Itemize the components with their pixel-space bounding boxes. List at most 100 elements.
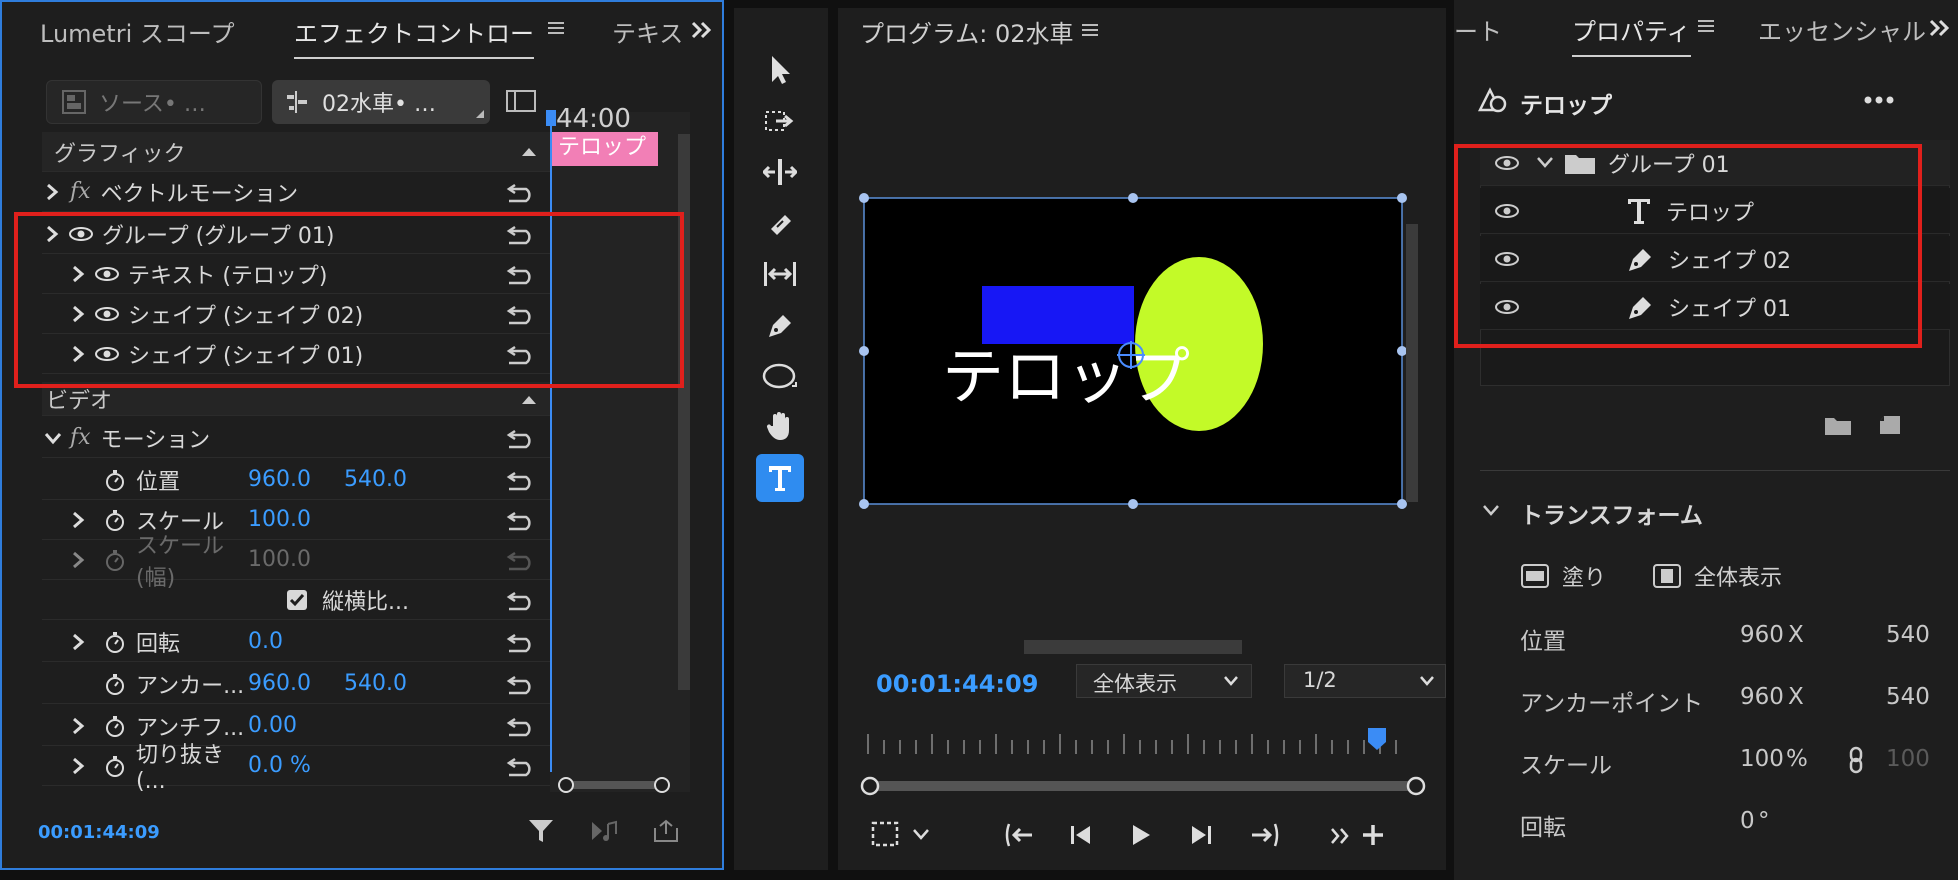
collapse-up-icon[interactable]	[522, 146, 536, 156]
monitor-vertical-scrollbar[interactable]	[1406, 224, 1418, 502]
eye-icon[interactable]	[1494, 251, 1520, 267]
effect-row-group[interactable]: グループ (グループ 01)	[42, 214, 550, 254]
slip-tool-icon[interactable]	[756, 250, 804, 298]
position-y-value[interactable]: 540.0	[344, 467, 407, 492]
layer-row-telop[interactable]: テロップ	[1480, 188, 1950, 234]
hand-tool-icon[interactable]	[756, 402, 804, 450]
filter-icon[interactable]	[528, 818, 554, 844]
fx-icon[interactable]: fx	[70, 425, 91, 450]
selection-bounding-box[interactable]	[856, 190, 1412, 512]
timeline-zoom-scrollbar[interactable]	[558, 776, 670, 793]
more-tabs-icon[interactable]	[1928, 18, 1952, 38]
section-graphic[interactable]: グラフィック	[42, 132, 550, 172]
reset-icon[interactable]	[506, 588, 538, 612]
go-to-in-icon[interactable]	[1004, 822, 1036, 848]
reset-icon[interactable]	[506, 468, 538, 492]
property-position-x[interactable]: 960	[1740, 622, 1784, 648]
program-monitor-title[interactable]: プログラム: 02水車	[860, 14, 1074, 49]
expand-arrow-icon[interactable]	[70, 757, 86, 775]
tab-lumetri-scopes[interactable]: Lumetri スコープ	[40, 14, 234, 49]
expand-arrow-icon[interactable]	[70, 265, 86, 283]
anti-flicker-value[interactable]: 0.00	[248, 713, 297, 738]
layer-row-shape-02[interactable]: シェイプ 02	[1480, 236, 1950, 282]
reset-icon[interactable]	[506, 342, 538, 366]
stopwatch-icon[interactable]	[104, 508, 126, 532]
param-row-position[interactable]: 位置 960.0 540.0	[42, 460, 550, 500]
timeline-zoom-bar[interactable]	[860, 776, 1426, 796]
crop-value[interactable]: 0.0 %	[248, 753, 311, 778]
expand-arrow-icon[interactable]	[70, 345, 86, 363]
more-options-icon[interactable]	[1864, 96, 1894, 104]
tab-properties[interactable]: プロパティ	[1572, 12, 1691, 57]
uniform-scale-checkbox[interactable]	[286, 589, 308, 611]
expand-arrow-icon[interactable]	[70, 717, 86, 735]
eye-icon[interactable]	[1494, 203, 1520, 219]
track-select-tool-icon[interactable]	[756, 98, 804, 146]
reset-icon[interactable]	[506, 302, 538, 326]
play-icon[interactable]	[1128, 822, 1154, 848]
property-anchor-y[interactable]: 540	[1886, 684, 1958, 710]
fit-frame-button[interactable]: 全体表示	[1652, 560, 1782, 592]
property-rotation-value[interactable]: 0	[1740, 808, 1755, 834]
chevron-down-icon[interactable]	[912, 828, 930, 842]
param-row-anchor[interactable]: アンカー... 960.0 540.0	[42, 664, 550, 704]
sequence-clip-button[interactable]: 02水車• …	[272, 80, 490, 124]
transform-section-title[interactable]: トランスフォーム	[1520, 496, 1703, 530]
ellipse-tool-icon[interactable]	[756, 352, 804, 400]
stopwatch-icon[interactable]	[104, 754, 126, 778]
play-audio-icon[interactable]	[590, 820, 620, 842]
expand-arrow-icon[interactable]	[70, 511, 86, 529]
ripple-edit-tool-icon[interactable]	[756, 148, 804, 196]
reset-icon[interactable]	[506, 426, 538, 450]
anchor-y-value[interactable]: 540.0	[344, 671, 407, 696]
param-row-uniform-scale[interactable]: 縦横比...	[42, 580, 550, 620]
tab-partial-left[interactable]: ート	[1454, 12, 1502, 47]
collapse-up-icon[interactable]	[522, 394, 536, 404]
go-to-out-icon[interactable]	[1248, 822, 1280, 848]
tab-menu-icon[interactable]	[548, 20, 564, 36]
new-layer-icon[interactable]	[1878, 414, 1902, 436]
monitor-horizontal-scrollbar[interactable]	[1024, 640, 1242, 654]
param-row-rotation[interactable]: 回転 0.0	[42, 622, 550, 662]
more-buttons-icon[interactable]	[1330, 826, 1352, 846]
reset-icon[interactable]	[506, 222, 538, 246]
position-x-value[interactable]: 960.0	[248, 467, 344, 492]
playhead-marker[interactable]	[546, 110, 556, 126]
source-clip-button[interactable]: ソース• …	[46, 80, 262, 124]
toggle-timeline-icon[interactable]	[506, 88, 536, 114]
param-row-crop[interactable]: 切り抜き (... 0.0 %	[42, 743, 550, 794]
playback-resolution-select[interactable]: 1/2	[1284, 664, 1446, 698]
more-tabs-icon[interactable]	[690, 20, 714, 40]
expand-arrow-icon[interactable]	[70, 305, 86, 323]
eye-icon[interactable]	[68, 226, 94, 242]
effect-row-shape-02[interactable]: シェイプ (シェイプ 02)	[42, 294, 550, 334]
zoom-level-select[interactable]: 全体表示	[1076, 664, 1252, 698]
safe-margins-icon[interactable]	[870, 820, 900, 848]
expand-arrow-icon[interactable]	[70, 633, 86, 651]
fill-frame-button[interactable]: 塗り	[1520, 560, 1606, 592]
effect-timeline[interactable]: 44:00 テロップ	[546, 104, 690, 793]
effect-row-shape-01[interactable]: シェイプ (シェイプ 01)	[42, 334, 550, 374]
eye-icon[interactable]	[94, 266, 120, 282]
playhead-marker[interactable]	[1368, 728, 1386, 750]
tab-menu-icon[interactable]	[1698, 18, 1714, 34]
time-ruler[interactable]	[858, 718, 1418, 754]
collapse-arrow-icon[interactable]	[44, 430, 62, 446]
effect-row-text[interactable]: テキスト (テロップ)	[42, 254, 550, 294]
fx-icon[interactable]: fx	[70, 179, 91, 204]
program-timecode[interactable]: 00:01:44:09	[876, 670, 1038, 698]
property-scale-value[interactable]: 100	[1740, 746, 1784, 772]
tab-essential-sound[interactable]: エッセンシャル	[1758, 12, 1926, 47]
step-back-icon[interactable]	[1068, 822, 1094, 848]
export-icon[interactable]	[652, 818, 680, 844]
effect-row-motion[interactable]: fx モーション	[42, 418, 550, 458]
eye-icon[interactable]	[94, 306, 120, 322]
eye-icon[interactable]	[1494, 155, 1520, 171]
reset-icon[interactable]	[506, 508, 538, 532]
stopwatch-icon[interactable]	[104, 714, 126, 738]
expand-arrow-icon[interactable]	[44, 183, 60, 201]
reset-icon[interactable]	[506, 630, 538, 654]
add-button-icon[interactable]	[1360, 822, 1386, 848]
stopwatch-icon[interactable]	[104, 468, 126, 492]
effect-row-vector-motion[interactable]: fx ベクトルモーション	[42, 172, 550, 212]
